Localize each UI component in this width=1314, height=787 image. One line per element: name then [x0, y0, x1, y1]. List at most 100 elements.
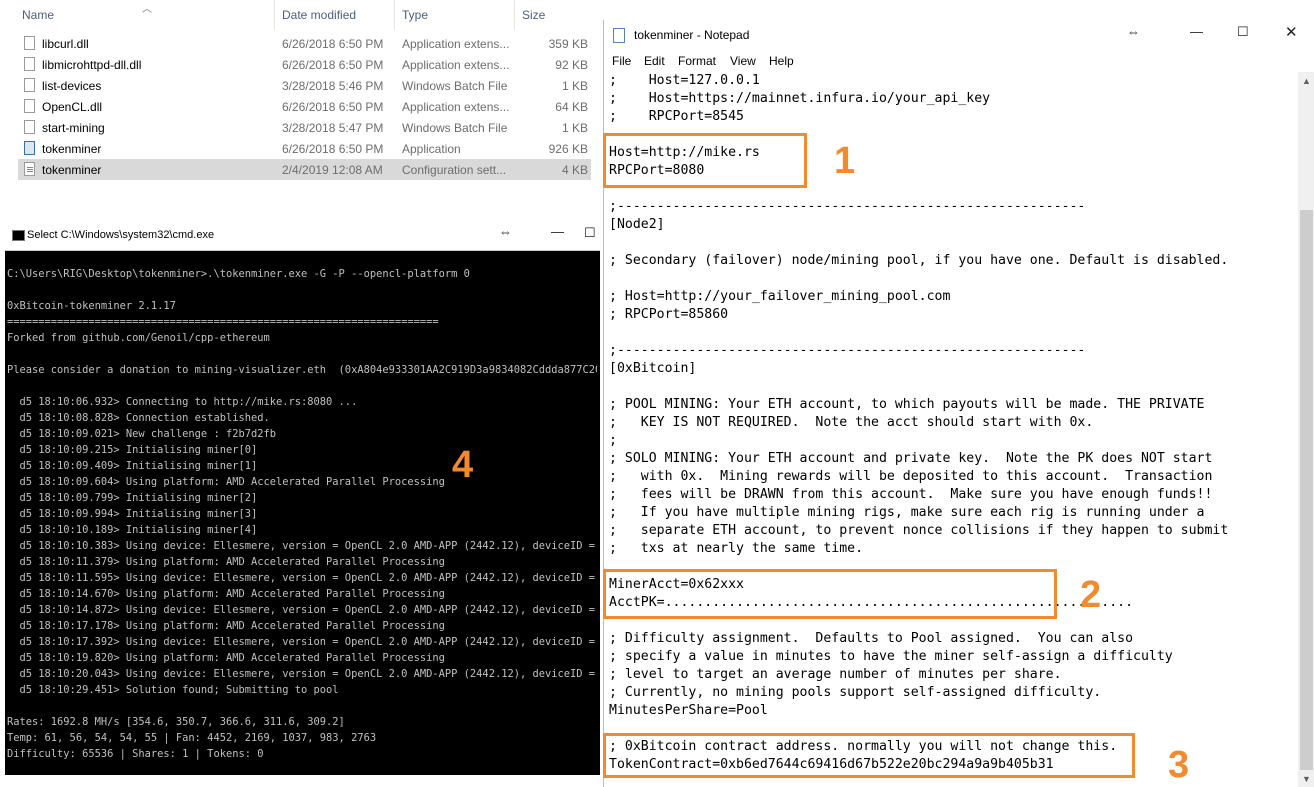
- editor-line: MinutesPerShare=Pool: [609, 703, 768, 718]
- batch-file-icon: [24, 120, 35, 134]
- editor-line: ; specify a value in minutes to have the…: [609, 649, 1173, 664]
- editor-line: ; POOL MINING: Your ETH account, to whic…: [609, 397, 1205, 412]
- drag-cursor-icon: ⇔: [1127, 24, 1140, 39]
- minimize-button[interactable]: —: [551, 224, 564, 239]
- console-line: ========================================…: [7, 316, 439, 328]
- console-line: 0xBitcoin-tokenminer 2.1.17: [7, 300, 176, 312]
- file-date: 6/26/2018 6:50 PM: [282, 37, 384, 51]
- minimize-button[interactable]: —: [1190, 24, 1203, 39]
- config-file-icon: [24, 162, 35, 176]
- file-size: 92 KB: [555, 58, 588, 72]
- file-row[interactable]: tokenminer 2/4/2019 12:08 AM Configuration…: [18, 159, 591, 180]
- scroll-thumb[interactable]: [1300, 210, 1313, 770]
- console-line: d5 18:10:11.379> Using platform: AMD Acc…: [7, 556, 445, 568]
- editor-line: ; fees will be DRAWN from this account. …: [609, 487, 1213, 502]
- file-date: 3/28/2018 5:46 PM: [282, 79, 384, 93]
- console-line: d5 18:10:09.409> Initialising miner[1]: [7, 460, 258, 472]
- console-line: d5 18:10:10.189> Initialising miner[4]: [7, 524, 258, 536]
- menu-format[interactable]: Format: [678, 54, 716, 68]
- editor-line: ; SOLO MINING: Your ETH account and priv…: [609, 451, 1213, 466]
- highlight-box-1: [603, 133, 807, 188]
- file-type: Application extens...: [402, 37, 510, 51]
- console-line: Difficulty: 65536 | Shares: 1 | Tokens: …: [7, 748, 264, 760]
- file-row[interactable]: list-devices 3/28/2018 5:46 PM Windows Bat…: [18, 75, 591, 96]
- file-explorer: Name ︿ Date modified Type Size libcurl.d…: [0, 0, 600, 190]
- file-type: Application extens...: [402, 100, 510, 114]
- console-line: d5 18:10:09.799> Initialising miner[2]: [7, 492, 258, 504]
- column-size[interactable]: Size: [522, 8, 545, 22]
- editor-line: ;: [609, 433, 617, 448]
- editor-line: ; RPCPort=85860: [609, 307, 729, 322]
- editor-line: [0xBitcoin]: [609, 361, 697, 376]
- console-line: Forked from github.com/Genoil/cpp-ethere…: [7, 332, 270, 344]
- maximize-button[interactable]: ☐: [584, 225, 596, 241]
- console-line: d5 18:10:14.670> Using platform: AMD Acc…: [7, 588, 445, 600]
- file-date: 6/26/2018 6:50 PM: [282, 100, 384, 114]
- file-size: 64 KB: [555, 100, 588, 114]
- file-name: tokenminer: [42, 163, 102, 177]
- dll-file-icon: [24, 57, 35, 71]
- console-line: d5 18:10:14.872> Using device: Ellesmere…: [7, 604, 597, 616]
- file-row[interactable]: tokenminer 6/26/2018 6:50 PM Application 92…: [18, 138, 591, 159]
- file-size: 1 KB: [561, 121, 588, 135]
- editor-line: ; Difficulty assignment. Defaults to Poo…: [609, 631, 1134, 646]
- console-line: d5 18:10:17.392> Using device: Ellesmere…: [7, 636, 597, 648]
- cmd-window: Select C:\Windows\system32\cmd.exe ⇔ — ☐…: [5, 220, 600, 775]
- console-line: d5 18:10:29.451> Solution found; Submitt…: [7, 684, 339, 696]
- console-line: d5 18:10:09.021> New challenge : f2b7d2f…: [7, 428, 277, 440]
- file-date: 6/26/2018 6:50 PM: [282, 142, 384, 156]
- editor-line: ; Secondary (failover) node/mining pool,…: [609, 253, 1229, 268]
- cmd-title: Select C:\Windows\system32\cmd.exe: [27, 229, 215, 241]
- cmd-titlebar[interactable]: Select C:\Windows\system32\cmd.exe ⇔ — ☐: [5, 220, 600, 251]
- dll-file-icon: [24, 99, 35, 113]
- editor-line: [Node2]: [609, 217, 665, 232]
- file-row[interactable]: OpenCL.dll 6/26/2018 6:50 PM Application e…: [18, 96, 591, 117]
- notepad-title: tokenminer - Notepad: [634, 28, 750, 42]
- editor-line: ; separate ETH account, to prevent nonce…: [609, 523, 1229, 538]
- callout-3: 3: [1168, 744, 1190, 786]
- close-button[interactable]: ✕: [1285, 23, 1298, 41]
- editor-line: ; with 0x. Mining rewards will be deposi…: [609, 469, 1213, 484]
- column-name[interactable]: Name: [22, 8, 54, 22]
- console-line: d5 18:10:09.604> Using platform: AMD Acc…: [7, 476, 445, 488]
- editor-line: ; txs at nearly the same time.: [609, 541, 864, 556]
- menu-view[interactable]: View: [730, 54, 756, 68]
- file-size: 4 KB: [561, 163, 588, 177]
- column-date[interactable]: Date modified: [282, 8, 356, 22]
- editor-line: ; RPCPort=8545: [609, 109, 744, 124]
- menu-file[interactable]: File: [612, 54, 631, 68]
- column-type[interactable]: Type: [402, 8, 428, 22]
- notepad-titlebar[interactable]: tokenminer - Notepad ⇔ — ☐ ✕: [604, 20, 1314, 50]
- console-line: Please consider a donation to mining-vis…: [7, 364, 597, 376]
- file-date: 2/4/2019 12:08 AM: [282, 163, 383, 177]
- file-row[interactable]: start-mining 3/28/2018 5:47 PM Windows Bat…: [18, 117, 591, 138]
- file-name: list-devices: [42, 79, 102, 93]
- scroll-down-icon[interactable]: ▼: [1302, 774, 1311, 784]
- maximize-button[interactable]: ☐: [1237, 24, 1249, 40]
- vertical-scrollbar[interactable]: ▲ ▼: [1298, 72, 1314, 787]
- file-name: OpenCL.dll: [42, 100, 103, 114]
- file-type: Application: [402, 142, 461, 156]
- scroll-up-icon[interactable]: ▲: [1302, 76, 1311, 86]
- menu-edit[interactable]: Edit: [644, 54, 665, 68]
- editor-line: ; If you have multiple mining rigs, make…: [609, 505, 1205, 520]
- cmd-icon: [12, 230, 25, 241]
- column-headers: Name ︿ Date modified Type Size: [0, 0, 600, 30]
- editor-line: ; level to target an average number of m…: [609, 667, 1062, 682]
- editor-line: ;---------------------------------------…: [609, 343, 1086, 358]
- callout-1: 1: [834, 140, 856, 182]
- file-row[interactable]: libcurl.dll 6/26/2018 6:50 PM Application …: [18, 33, 591, 54]
- highlight-box-3: [603, 733, 1135, 778]
- console-output[interactable]: C:\Users\RIG\Desktop\tokenminer>.\tokenm…: [7, 266, 597, 762]
- menu-help[interactable]: Help: [769, 54, 794, 68]
- notepad-icon: [613, 28, 625, 43]
- drag-cursor-icon: ⇔: [499, 224, 512, 239]
- file-row[interactable]: libmicrohttpd-dll.dll 6/26/2018 6:50 PM Ap…: [18, 54, 591, 75]
- file-size: 926 KB: [548, 142, 588, 156]
- editor-line: ; Currently, no mining pools support sel…: [609, 685, 1102, 700]
